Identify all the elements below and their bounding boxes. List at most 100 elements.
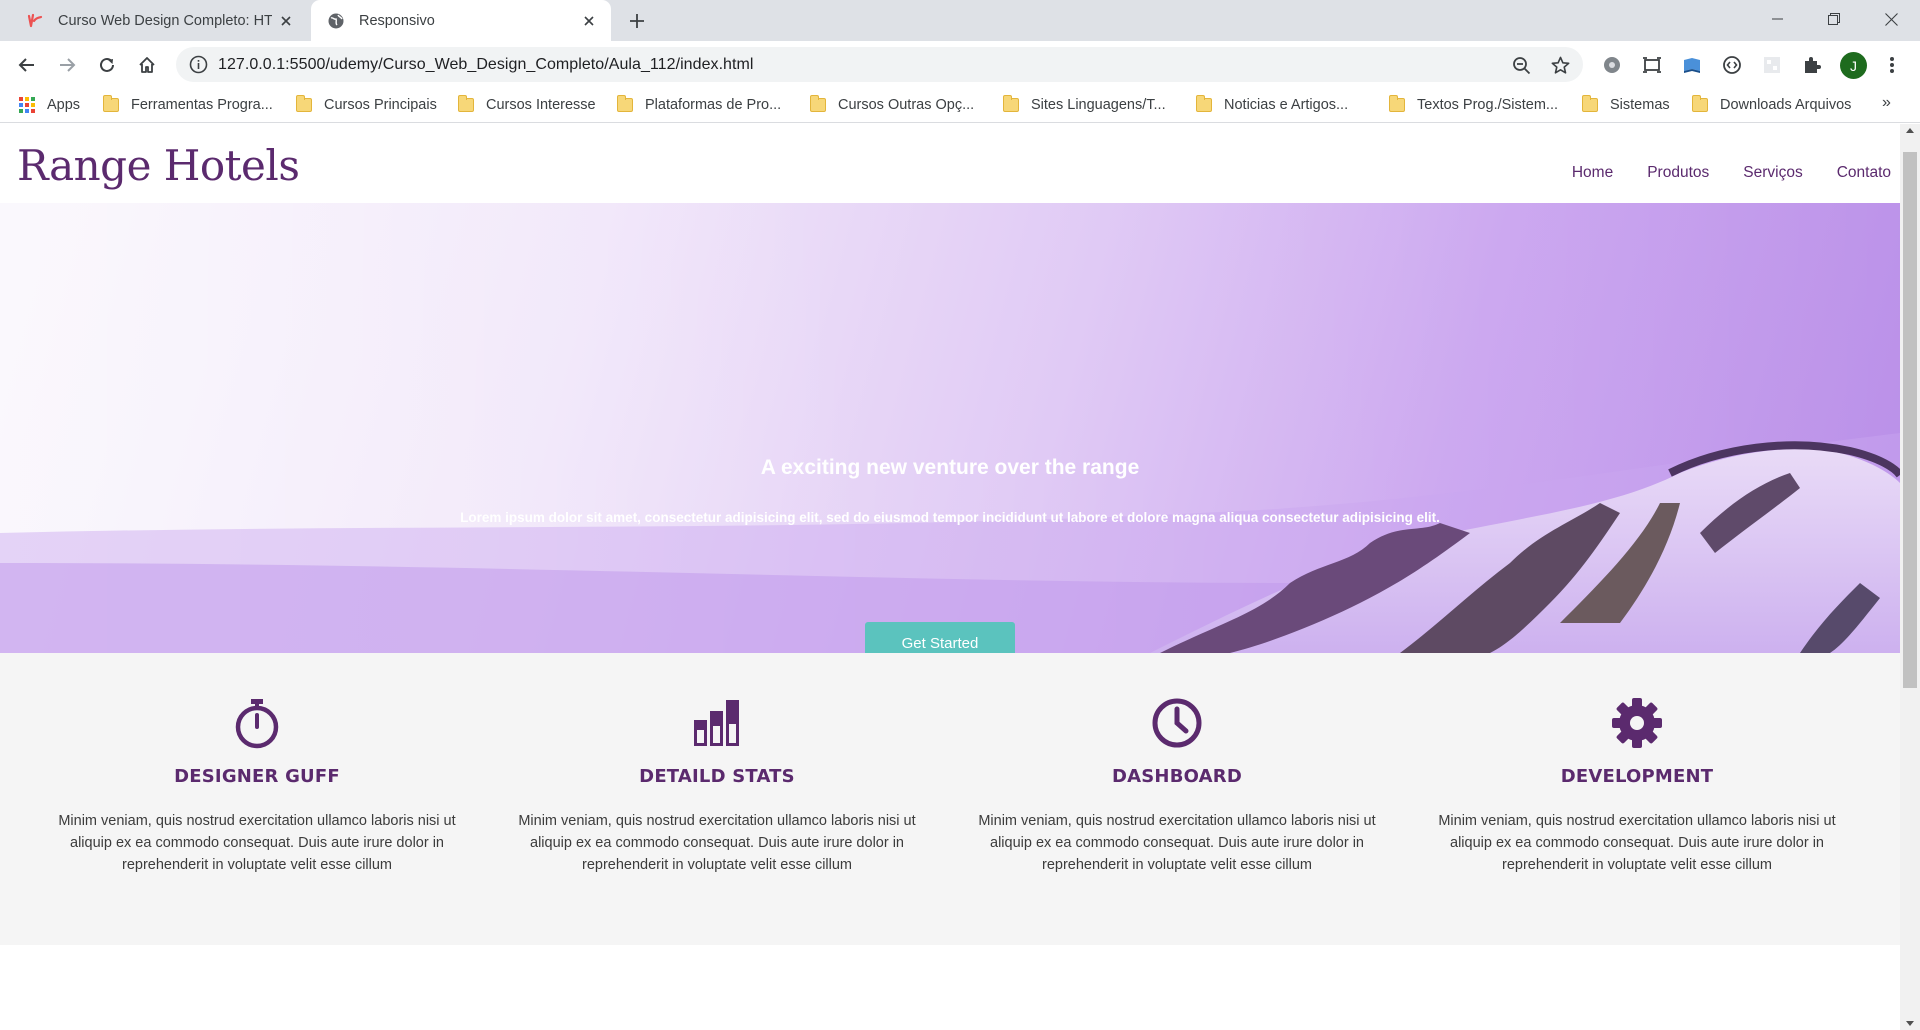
- tab-responsivo[interactable]: Responsivo: [311, 0, 611, 41]
- gear-icon: [1612, 698, 1662, 748]
- nav-link-servicos[interactable]: Serviços: [1743, 164, 1802, 182]
- feature-title: Detaild Stats: [639, 766, 795, 787]
- minimize-button[interactable]: [1750, 0, 1806, 38]
- hero-title: A exciting new venture over the range: [760, 456, 1140, 479]
- bookmark-folder[interactable]: Textos Prog./Sistem...: [1389, 94, 1558, 116]
- restore-button[interactable]: [1806, 0, 1862, 38]
- bookmark-folder[interactable]: Cursos Outras Opç...: [810, 94, 974, 116]
- bookmark-folder[interactable]: Plataformas de Pro...: [617, 94, 781, 116]
- hero-subtitle: Lorem ipsum dolor sit amet, consectetur …: [460, 510, 1440, 525]
- feature-card: Designer Guff Minim veniam, quis nostrud…: [27, 653, 487, 945]
- feature-card: Detaild Stats Minim veniam, quis nostrud…: [487, 653, 947, 945]
- udemy-favicon-icon: [26, 12, 44, 30]
- arrow-left-icon: [18, 58, 34, 72]
- scroll-down-arrow-icon[interactable]: [1906, 1021, 1914, 1026]
- bookmark-label: Sites Linguagens/T...: [1031, 97, 1166, 113]
- bookmark-folder[interactable]: Downloads Arquivos: [1692, 94, 1851, 116]
- tab-strip: Curso Web Design Completo: HT Responsivo: [0, 0, 1920, 41]
- nav-link-produtos[interactable]: Produtos: [1647, 164, 1709, 182]
- tab-udemy-course[interactable]: Curso Web Design Completo: HT: [8, 0, 308, 41]
- star-icon[interactable]: [1549, 54, 1571, 76]
- feature-text: Minim veniam, quis nostrud exercitation …: [978, 813, 1376, 873]
- bookmark-folder[interactable]: Noticias e Artigos...: [1196, 94, 1348, 116]
- apps-grid-icon: [19, 96, 36, 114]
- plus-icon: [630, 14, 644, 28]
- close-window-button[interactable]: [1863, 0, 1919, 38]
- feature-title: Designer Guff: [174, 766, 340, 787]
- bookmark-folder[interactable]: Sites Linguagens/T...: [1003, 94, 1166, 116]
- back-button[interactable]: [10, 48, 44, 82]
- feature-text: Minim veniam, quis nostrud exercitation …: [58, 813, 456, 873]
- hero-mountain-image: [0, 203, 1900, 653]
- bookmark-label: Cursos Principais: [324, 97, 437, 113]
- nav-link-contato[interactable]: Contato: [1837, 164, 1891, 182]
- reload-icon: [100, 57, 114, 72]
- menu-kebab-icon[interactable]: [1880, 53, 1904, 77]
- reload-button[interactable]: [90, 48, 124, 82]
- close-icon[interactable]: [272, 7, 300, 35]
- main-nav: Home Produtos Serviços Contato: [1538, 164, 1891, 182]
- arrow-right-icon: [60, 58, 76, 72]
- url-text[interactable]: 127.0.0.1:5500/udemy/Curso_Web_Design_Co…: [218, 56, 754, 74]
- folder-icon: [103, 95, 119, 112]
- folder-icon: [1389, 95, 1405, 112]
- info-icon[interactable]: [188, 54, 209, 75]
- features-section: Designer Guff Minim veniam, quis nostrud…: [0, 653, 1900, 945]
- hero-banner: A exciting new venture over the range Lo…: [0, 203, 1900, 653]
- folder-icon: [1003, 95, 1019, 112]
- tab-title: Curso Web Design Completo: HT: [58, 12, 272, 29]
- scroll-up-arrow-icon[interactable]: [1906, 128, 1914, 133]
- get-started-button[interactable]: Get Started: [865, 622, 1015, 653]
- extension-screenshot-icon[interactable]: [1640, 53, 1664, 77]
- extensions-puzzle-icon[interactable]: [1800, 53, 1824, 77]
- page-scrollbar[interactable]: [1900, 124, 1920, 1030]
- feature-title: Dashboard: [1112, 766, 1242, 787]
- stopwatch-icon: [235, 699, 279, 749]
- browser-toolbar: 127.0.0.1:5500/udemy/Curso_Web_Design_Co…: [0, 41, 1920, 88]
- bookmark-label: Textos Prog./Sistem...: [1417, 97, 1559, 113]
- bookmark-folder[interactable]: Sistemas: [1582, 94, 1670, 116]
- bookmark-apps[interactable]: Apps: [19, 94, 80, 116]
- restore-icon: [1828, 13, 1840, 25]
- bookmark-folder[interactable]: Cursos Interesse: [458, 94, 596, 116]
- folder-icon: [296, 95, 312, 112]
- extension-code-icon[interactable]: [1720, 53, 1744, 77]
- forward-button[interactable]: [50, 48, 84, 82]
- new-tab-button[interactable]: [622, 6, 652, 36]
- bookmark-label: Cursos Outras Opç...: [838, 97, 975, 113]
- feature-text: Minim veniam, quis nostrud exercitation …: [518, 813, 916, 873]
- folder-icon: [1582, 95, 1598, 112]
- folder-icon: [617, 95, 633, 112]
- feature-card: Development Minim veniam, quis nostrud e…: [1407, 653, 1867, 945]
- tab-title: Responsivo: [359, 12, 435, 29]
- extension-globe-icon[interactable]: [1600, 53, 1624, 77]
- close-icon[interactable]: [575, 7, 603, 35]
- zoom-icon[interactable]: [1510, 54, 1532, 76]
- clock-icon: [1152, 698, 1202, 748]
- bookmarks-overflow-button[interactable]: »: [1882, 94, 1891, 112]
- feature-card: Dashboard Minim veniam, quis nostrud exe…: [947, 653, 1407, 945]
- bookmark-label: Sistemas: [1610, 97, 1670, 113]
- minimize-icon: [1772, 18, 1783, 20]
- folder-icon: [1196, 95, 1212, 112]
- bookmark-label: Downloads Arquivos: [1720, 97, 1852, 113]
- profile-avatar[interactable]: J: [1840, 52, 1867, 79]
- bookmarks-bar: Apps Ferramentas Progra... Cursos Princi…: [0, 88, 1920, 123]
- folder-icon: [458, 95, 474, 112]
- extension-book-icon[interactable]: [1680, 53, 1704, 77]
- bookmark-folder[interactable]: Cursos Principais: [296, 94, 437, 116]
- bookmark-label: Ferramentas Progra...: [131, 97, 273, 113]
- site-logo[interactable]: Range Hotels: [17, 141, 300, 190]
- extension-placeholder-icon[interactable]: [1760, 53, 1784, 77]
- bookmark-label: Cursos Interesse: [486, 97, 596, 113]
- feature-title: Development: [1560, 766, 1714, 787]
- address-bar[interactable]: 127.0.0.1:5500/udemy/Curso_Web_Design_Co…: [176, 47, 1583, 82]
- folder-icon: [810, 95, 826, 112]
- globe-icon: [327, 12, 345, 30]
- bookmark-label: Plataformas de Pro...: [645, 97, 782, 113]
- close-icon: [1884, 12, 1898, 26]
- nav-link-home[interactable]: Home: [1572, 164, 1613, 182]
- bookmark-folder[interactable]: Ferramentas Progra...: [103, 94, 273, 116]
- home-button[interactable]: [130, 48, 164, 82]
- scroll-thumb[interactable]: [1903, 152, 1917, 688]
